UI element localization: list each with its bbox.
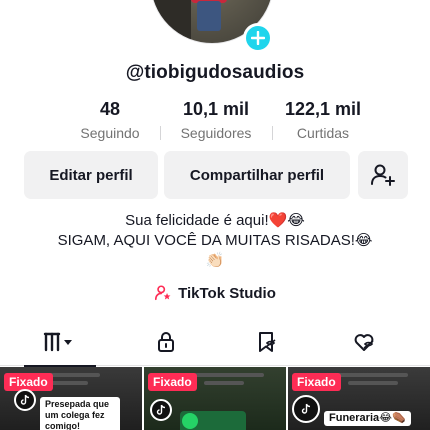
thumbnail-chat-line <box>204 381 244 385</box>
video-thumbnail[interactable]: Fixado Funeraria😂⚰️ <box>288 367 430 430</box>
stat-followers[interactable]: 10,1 mil Seguidores <box>168 98 264 143</box>
tab-videos[interactable] <box>24 318 96 367</box>
lock-icon <box>158 332 174 352</box>
add-person-icon <box>371 164 395 186</box>
videos-grid-icon <box>43 332 72 352</box>
thumbnail-chat-line <box>48 381 88 385</box>
profile-tabs <box>0 318 430 367</box>
thumbnail-chat-line <box>194 373 264 377</box>
tab-private[interactable] <box>130 318 202 366</box>
heart-hidden-icon <box>354 334 374 351</box>
share-profile-button[interactable]: Compartilhar perfil <box>164 151 350 199</box>
edit-profile-button[interactable]: Editar perfil <box>24 151 158 199</box>
avatar-person <box>191 0 227 31</box>
tab-liked[interactable] <box>328 318 400 366</box>
video-caption: Funeraria😂⚰️ <box>324 411 411 426</box>
bio-line: 👏🏻 <box>205 252 225 269</box>
avatar-jeans <box>197 1 221 31</box>
stat-divider <box>160 126 161 140</box>
tiktok-logo-icon <box>150 399 172 421</box>
studio-label: TikTok Studio <box>178 284 276 302</box>
likes-label: Curtidas <box>296 125 350 141</box>
audio-avatar-icon <box>182 413 198 429</box>
add-friend-button[interactable] <box>358 151 408 199</box>
video-grid: Fixado Presepada que um colega fez comig… <box>0 367 430 430</box>
video-caption: Presepada que um colega fez comigo! <box>40 397 120 430</box>
avatar-container[interactable] <box>150 0 274 53</box>
followers-count: 10,1 mil <box>182 99 250 119</box>
stat-following[interactable]: 48 Seguindo <box>68 98 152 143</box>
tiktok-logo-icon <box>14 389 36 411</box>
username: @tiobigudosaudios <box>125 62 305 83</box>
bio-line: SIGAM, AQUI VOCÊ DA MUITAS RISADAS!😂 <box>57 232 373 249</box>
video-thumbnail[interactable]: Fixado Presepada que um colega fez comig… <box>0 367 142 430</box>
tab-saved[interactable] <box>230 318 302 366</box>
pinned-badge: Fixado <box>4 373 53 391</box>
plus-icon <box>251 31 265 45</box>
avatar-background <box>151 0 191 43</box>
tiktok-studio-link[interactable]: TikTok Studio <box>0 284 430 302</box>
profile-stats: 48 Seguindo 10,1 mil Seguidores 122,1 mi… <box>0 98 430 146</box>
pinned-badge: Fixado <box>148 373 197 391</box>
pinned-badge: Fixado <box>292 373 341 391</box>
thumbnail-chat-line <box>348 381 398 385</box>
stat-divider <box>272 126 273 140</box>
video-thumbnail[interactable]: Fixado <box>144 367 286 430</box>
bookmark-hidden-icon <box>259 332 276 352</box>
profile-bio: Sua felicidade é aqui!❤️😂 SIGAM, AQUI VO… <box>0 211 430 271</box>
followers-label: Seguidores <box>180 125 252 141</box>
bio-line: Sua felicidade é aqui!❤️😂 <box>125 212 305 229</box>
likes-count: 122,1 mil <box>284 99 362 119</box>
add-photo-button[interactable] <box>243 23 273 53</box>
stat-likes[interactable]: 122,1 mil Curtidas <box>278 98 368 143</box>
following-count: 48 <box>99 99 121 119</box>
tiktok-logo-icon <box>292 395 320 423</box>
following-label: Seguindo <box>80 125 140 141</box>
studio-icon <box>155 285 171 301</box>
